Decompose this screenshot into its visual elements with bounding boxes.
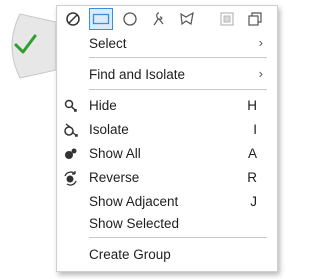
submenu-arrow-icon: ›	[258, 35, 263, 50]
menu-item-label: Hide	[89, 98, 117, 113]
confirm-wedge[interactable]	[0, 0, 60, 90]
menu-item-reverse[interactable]: Reverse R	[57, 167, 277, 189]
rectangle-select-button[interactable]	[89, 8, 113, 30]
shortcut-key: H	[247, 98, 257, 113]
menu-item-isolate[interactable]: Isolate I	[57, 119, 277, 141]
hide-icon	[64, 99, 77, 112]
menu-item-select[interactable]: Select ›	[57, 33, 277, 55]
shortcut-key: R	[247, 170, 257, 185]
none-select-icon	[66, 12, 80, 26]
polygon-select-button[interactable]	[175, 8, 199, 30]
frame-button[interactable]	[215, 8, 239, 30]
shortcut-key: I	[253, 122, 257, 137]
copy-button[interactable]	[243, 8, 267, 30]
isolate-icon	[64, 123, 78, 137]
menu-item-label: Show Selected	[89, 216, 180, 231]
copy-icon	[248, 12, 262, 26]
selection-toolbar	[57, 6, 277, 32]
menu-item-show-all[interactable]: Show All A	[57, 143, 277, 165]
frame-icon	[220, 12, 234, 26]
menu-item-label: Reverse	[89, 170, 140, 185]
menu-separator	[89, 57, 267, 58]
menu-item-label: Show All	[89, 146, 141, 161]
none-select-button[interactable]	[61, 8, 85, 30]
menu-separator	[89, 89, 267, 90]
context-menu: Select › Find and Isolate › Hide H Isola…	[56, 5, 278, 272]
menu-item-label: Find and Isolate	[89, 67, 186, 82]
menu-item-hide[interactable]: Hide H	[57, 95, 277, 117]
menu-item-label: Create Group	[89, 247, 171, 262]
submenu-arrow-icon: ›	[258, 66, 263, 81]
menu-item-show-adjacent[interactable]: Show Adjacent J	[57, 191, 277, 213]
menu-item-show-selected[interactable]: Show Selected	[57, 213, 277, 235]
menu-separator	[89, 237, 267, 238]
menu-item-label: Show Adjacent	[89, 194, 179, 209]
menu-item-find-and-isolate[interactable]: Find and Isolate ›	[57, 64, 277, 86]
menu-item-label: Isolate	[89, 122, 129, 137]
lasso-select-icon	[153, 12, 164, 26]
rectangle-select-icon	[92, 13, 110, 25]
menu-item-create-group[interactable]: Create Group	[57, 244, 277, 266]
menu-item-label: Select	[89, 36, 127, 51]
show-all-icon	[65, 148, 77, 159]
polygon-select-icon	[180, 11, 194, 26]
circle-select-icon	[123, 12, 137, 26]
shortcut-key: A	[247, 146, 257, 161]
shortcut-key: J	[250, 194, 257, 209]
circle-select-button[interactable]	[118, 8, 142, 30]
reverse-icon	[64, 171, 77, 186]
lasso-select-button[interactable]	[147, 8, 171, 30]
